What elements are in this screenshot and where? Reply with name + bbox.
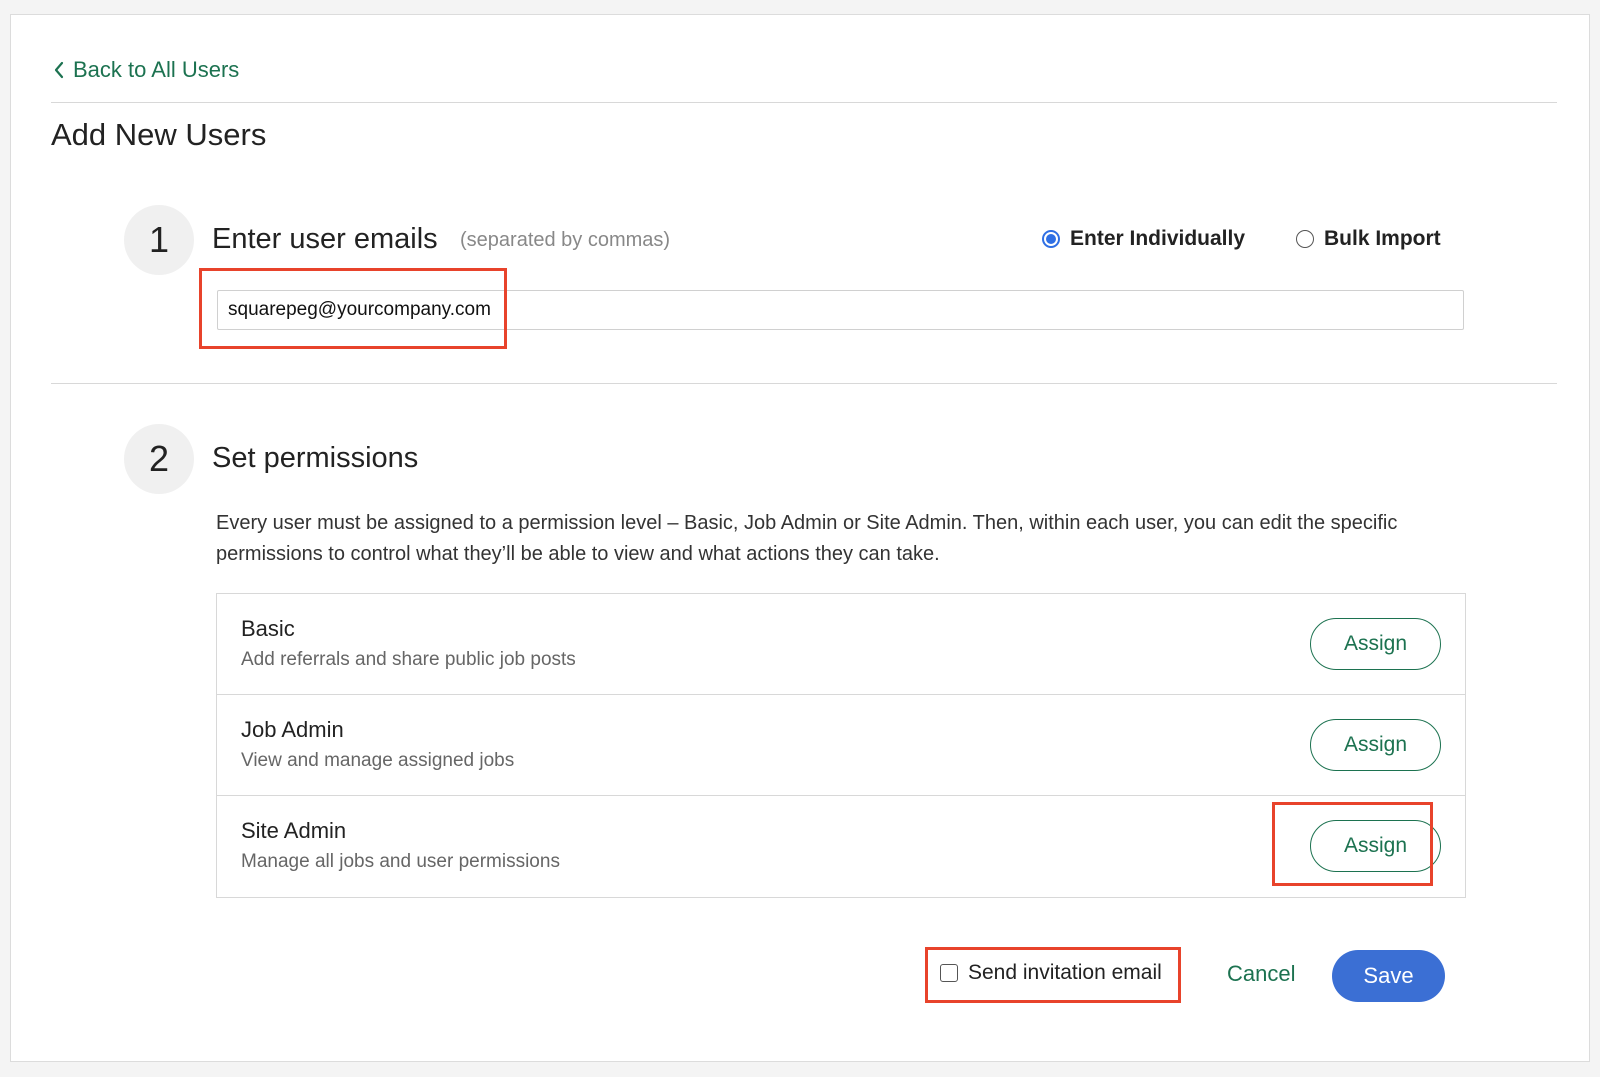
cancel-button[interactable]: Cancel (1227, 961, 1295, 987)
assign-site-admin-button[interactable]: Assign (1310, 820, 1441, 872)
send-invitation-label: Send invitation email (968, 961, 1162, 984)
back-link-label: Back to All Users (73, 57, 240, 82)
permission-name: Site Admin (241, 818, 347, 843)
permission-levels-table: Basic Add referrals and share public job… (216, 593, 1466, 898)
permission-name: Basic (241, 616, 295, 641)
permission-description: Manage all jobs and user permissions (241, 851, 560, 872)
permission-row-site-admin: Site Admin Manage all jobs and user perm… (217, 796, 1465, 897)
assign-job-admin-button[interactable]: Assign (1310, 719, 1441, 771)
step-1-hint: (separated by commas) (460, 229, 671, 251)
radio-enter-individually[interactable]: Enter Individually (1042, 227, 1245, 251)
add-users-page: Back to All Users Add New Users 1 Enter … (10, 14, 1590, 1062)
save-button[interactable]: Save (1332, 950, 1445, 1002)
checkbox-unchecked-icon[interactable] (940, 964, 958, 982)
step-2-title: Set permissions (212, 442, 419, 474)
step-1-badge: 1 (124, 205, 194, 275)
radio-bulk-import[interactable]: Bulk Import (1296, 227, 1441, 251)
assign-basic-button[interactable]: Assign (1310, 618, 1441, 670)
radio-selected-icon[interactable] (1042, 230, 1060, 248)
permissions-description: Every user must be assigned to a permiss… (216, 512, 1398, 565)
header-divider (51, 102, 1557, 103)
back-to-all-users-link[interactable]: Back to All Users (53, 57, 239, 83)
step-2-number: 2 (148, 438, 170, 479)
radio-enter-individually-label: Enter Individually (1070, 227, 1246, 250)
permission-description: Add referrals and share public job posts (241, 649, 576, 670)
send-invitation-checkbox[interactable]: Send invitation email (940, 961, 1162, 985)
step-1-number: 1 (148, 219, 170, 260)
page-title: Add New Users (51, 117, 267, 152)
permission-row-job-admin: Job Admin View and manage assigned jobs … (217, 695, 1465, 796)
permission-name: Job Admin (241, 717, 344, 742)
permission-description: View and manage assigned jobs (241, 750, 515, 771)
section-divider (51, 383, 1557, 384)
radio-bulk-import-label: Bulk Import (1324, 227, 1441, 250)
step-1-title: Enter user emails (212, 223, 438, 255)
step-2-badge: 2 (124, 424, 194, 494)
chevron-left-icon (53, 61, 65, 79)
permission-row-basic: Basic Add referrals and share public job… (217, 594, 1465, 695)
radio-unselected-icon[interactable] (1296, 230, 1314, 248)
user-emails-input[interactable] (217, 290, 1464, 330)
